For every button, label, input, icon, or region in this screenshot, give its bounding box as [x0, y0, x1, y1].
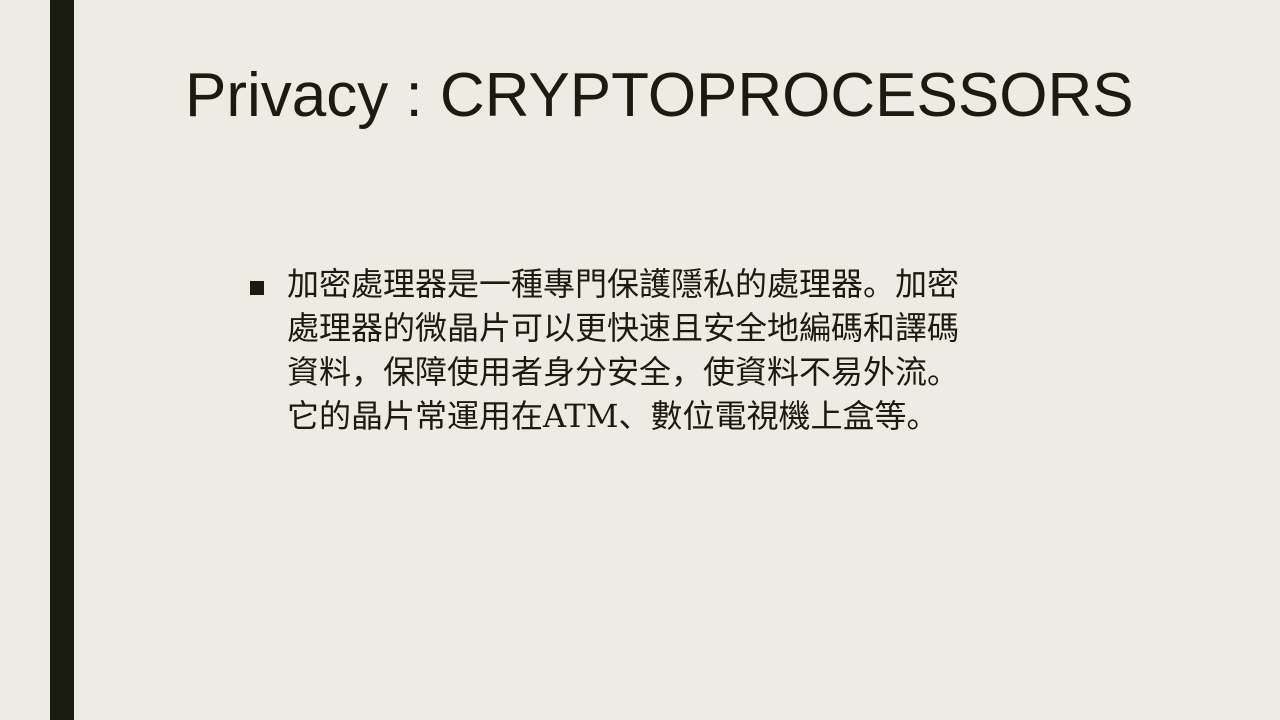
slide-title: Privacy : CRYPTOPROCESSORS: [185, 61, 1134, 130]
bullet-text-line: 它的晶片常運用在ATM、數位電視機上盒等。: [287, 397, 939, 435]
accent-side-bar: [50, 0, 74, 720]
bullet-text-line: 資料，保障使用者身分安全，使資料不易外流。: [287, 353, 960, 391]
bullet-text-line: 處理器的微晶片可以更快速且安全地編碼和譯碼: [287, 309, 960, 347]
slide-body: 加密處理器是一種專門保護隱私的處理器。加密 處理器的微晶片可以更快速且安全地編碼…: [250, 262, 1080, 438]
square-bullet-icon: [250, 281, 264, 295]
bullet-item: 加密處理器是一種專門保護隱私的處理器。加密 處理器的微晶片可以更快速且安全地編碼…: [250, 262, 1080, 438]
bullet-text: 加密處理器是一種專門保護隱私的處理器。加密 處理器的微晶片可以更快速且安全地編碼…: [287, 262, 1080, 438]
bullet-text-line: 加密處理器是一種專門保護隱私的處理器。加密: [287, 265, 960, 303]
